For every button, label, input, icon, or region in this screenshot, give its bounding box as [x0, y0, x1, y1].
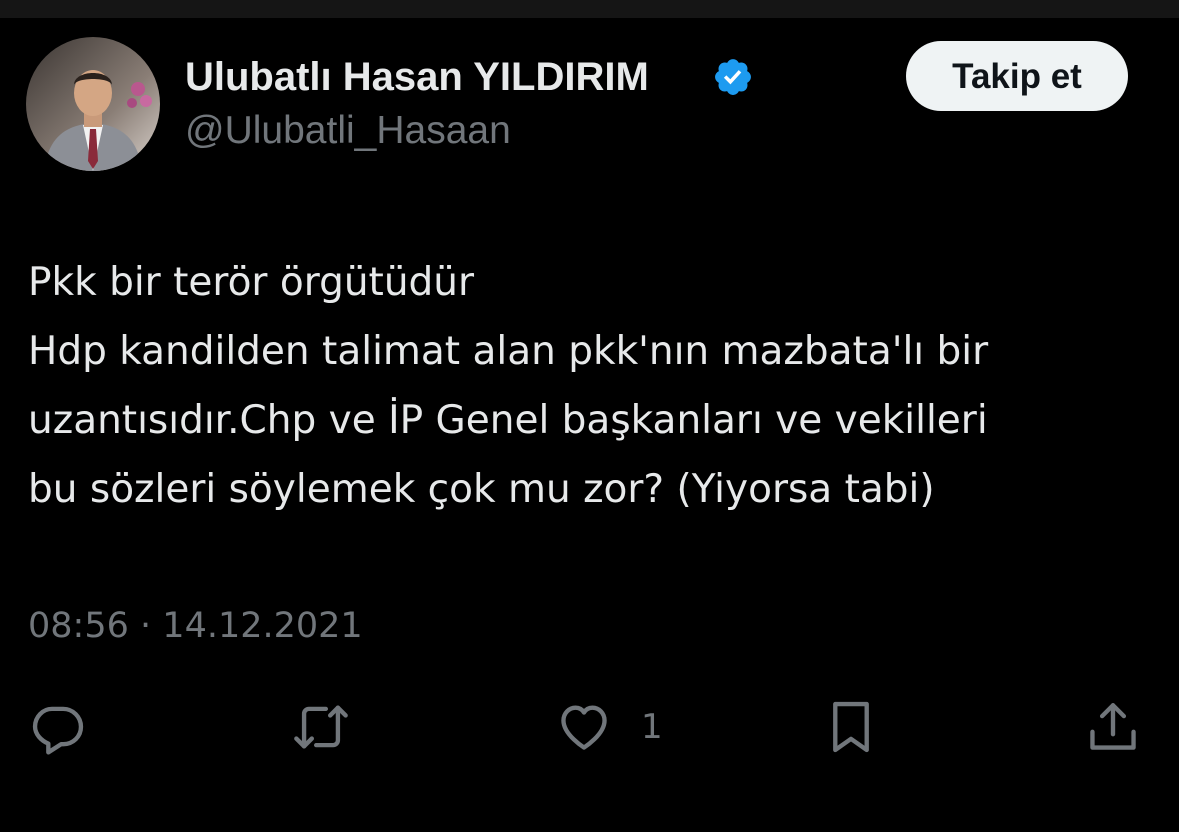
top-strip — [0, 0, 1179, 18]
timestamp-separator: · — [140, 606, 152, 646]
tweet-date: 14.12.2021 — [162, 606, 363, 646]
avatar-photo — [26, 37, 160, 171]
verified-badge-icon — [712, 56, 754, 98]
heart-icon — [561, 705, 607, 750]
tweet-line: Hdp kandilden talimat alan pkk'nın mazba… — [28, 329, 989, 374]
bookmark-icon — [833, 701, 869, 753]
display-name[interactable]: Ulubatlı Hasan YILDIRIM — [185, 53, 649, 101]
tweet-line: Pkk bir terör örgütüdür — [28, 260, 475, 305]
follow-button[interactable]: Takip et — [906, 41, 1128, 111]
tweet-time: 08:56 — [28, 606, 129, 646]
tweet-line: uzantısıdır.Chp ve İP Genel başkanları v… — [28, 398, 988, 443]
bookmark-button[interactable] — [822, 698, 880, 756]
reply-icon — [32, 706, 84, 755]
tweet-line: bu sözleri söylemek çok mu zor? (Yiyorsa… — [28, 467, 935, 512]
retweet-icon — [294, 705, 348, 749]
retweet-button[interactable] — [290, 698, 352, 756]
share-button[interactable] — [1084, 698, 1142, 756]
like-count: 1 — [641, 707, 663, 747]
share-icon — [1090, 703, 1136, 750]
like-button[interactable]: 1 — [555, 698, 663, 756]
reply-button[interactable] — [29, 698, 87, 756]
tweet-text: Pkk bir terör örgütüdür Hdp kandilden ta… — [28, 248, 1158, 524]
avatar[interactable] — [26, 37, 160, 171]
tweet-timestamp[interactable]: 08:56 · 14.12.2021 — [28, 603, 363, 649]
user-handle[interactable]: @Ulubatli_Hasaan — [185, 108, 511, 154]
